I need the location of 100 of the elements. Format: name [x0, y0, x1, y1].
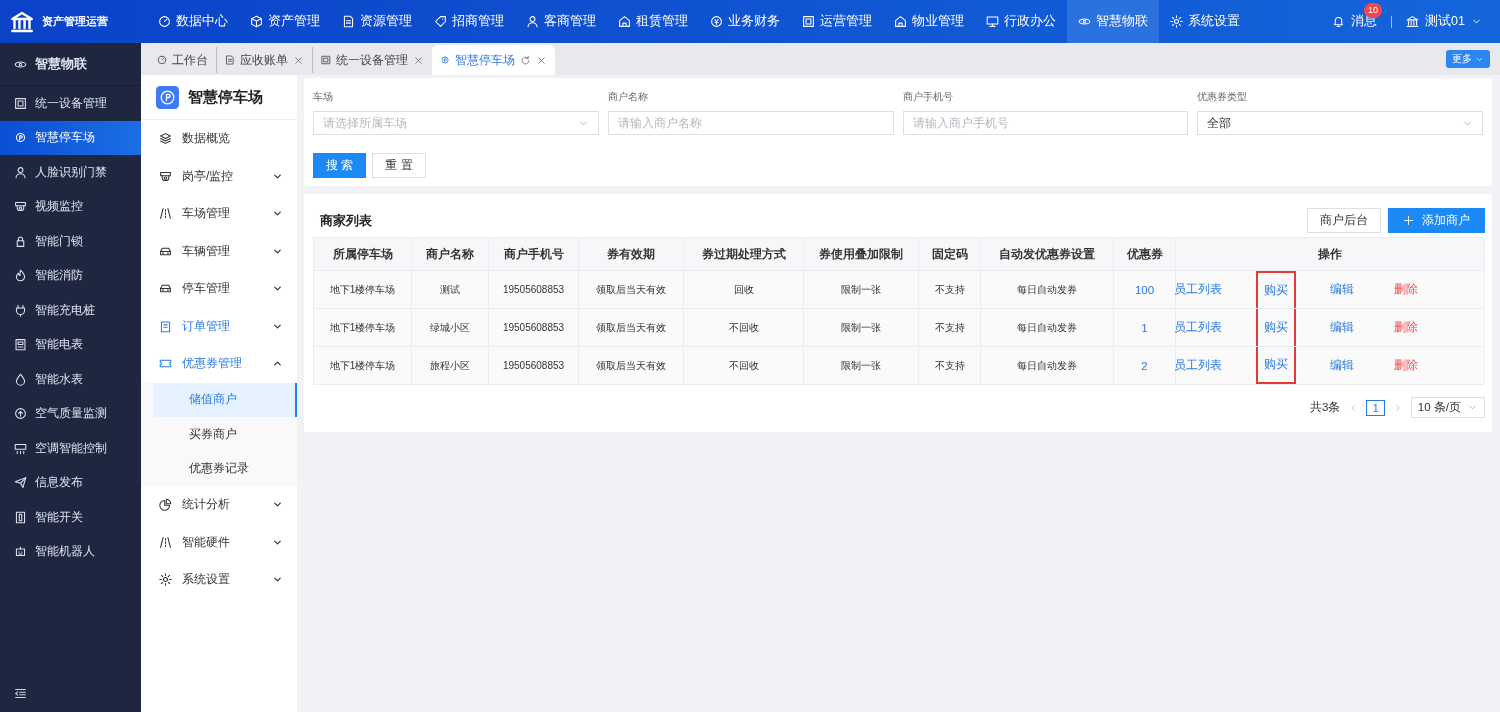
sidebar-item[interactable]: 智能消防 — [0, 258, 141, 293]
select-field[interactable]: 全部 — [1197, 111, 1483, 135]
menu-item[interactable]: 系统设置 — [141, 561, 297, 599]
total-count: 共3条 — [1310, 400, 1341, 415]
column-header: 券使用叠加限制 — [803, 237, 919, 271]
page-number[interactable]: 1 — [1366, 399, 1385, 416]
tab[interactable]: 应收账单 — [216, 47, 312, 73]
input-field[interactable]: 请输入商户手机号 — [902, 111, 1189, 135]
menu-item[interactable]: 车辆管理 — [141, 232, 297, 270]
top-nav-item[interactable]: 租赁管理 — [607, 0, 699, 43]
table-cell: 领取后当天有效 — [578, 346, 684, 385]
coupon-count-link[interactable]: 2 — [1141, 359, 1148, 372]
menu-item[interactable]: 优惠券管理 — [141, 345, 297, 383]
document-icon — [225, 55, 235, 65]
table-cell: 限制一张 — [803, 270, 919, 309]
refresh-icon[interactable] — [520, 54, 531, 66]
table-cell: 19505608853 — [488, 270, 579, 309]
sidebar-item[interactable]: 空调智能控制 — [0, 431, 141, 466]
menu-item[interactable]: 数据概览 — [141, 120, 297, 158]
add-merchant-button[interactable]: 添加商户 — [1388, 208, 1485, 233]
menu-item[interactable]: 统计分析 — [141, 486, 297, 524]
action-link[interactable]: 删除 — [1394, 358, 1418, 373]
top-nav-item[interactable]: 招商管理 — [423, 0, 515, 43]
top-nav-item[interactable]: 资源管理 — [331, 0, 423, 43]
submenu-item[interactable]: 优惠券记录 — [153, 451, 297, 486]
table-cell: 测试 — [411, 270, 489, 309]
top-nav-item[interactable]: 智慧物联 — [1067, 0, 1159, 43]
cube-icon — [250, 15, 263, 28]
top-nav-item[interactable]: 客商管理 — [515, 0, 607, 43]
sidebar-item[interactable]: 统一设备管理 — [0, 86, 141, 121]
module-title: 智慧停车场 — [188, 87, 263, 107]
send-icon — [14, 476, 27, 490]
chip-icon — [802, 15, 815, 28]
top-nav-item[interactable]: 数据中心 — [147, 0, 239, 43]
menu-item[interactable]: 智能硬件 — [141, 523, 297, 561]
submenu-item[interactable]: 买券商户 — [153, 417, 297, 452]
collapse-icon[interactable] — [14, 687, 27, 700]
app-title: 资产管理运营 — [42, 14, 108, 29]
coupon-count-link[interactable]: 100 — [1134, 283, 1155, 296]
sidebar-item[interactable]: 智能机器人 — [0, 534, 141, 569]
close-icon[interactable] — [536, 54, 547, 66]
table-cell: 地下1楼停车场 — [313, 270, 412, 309]
top-nav-item[interactable]: 物业管理 — [883, 0, 975, 43]
action-link[interactable]: 员工列表 — [1174, 320, 1222, 335]
menu-item[interactable]: 订单管理 — [141, 307, 297, 345]
table-cell: 限制一张 — [803, 308, 919, 347]
table-cell: 每日自动发券 — [980, 308, 1114, 347]
sidebar-item[interactable]: 智慧停车场 — [0, 120, 141, 155]
close-icon[interactable] — [293, 54, 304, 66]
merchant-backend-button[interactable]: 商户后台 — [1307, 208, 1381, 233]
action-link[interactable]: 删除 — [1394, 320, 1418, 335]
submenu-item[interactable]: 储值商户 — [153, 382, 297, 417]
tab[interactable]: 工作台 — [149, 47, 216, 73]
table-cell: 领取后当天有效 — [578, 308, 684, 347]
page-size-select[interactable]: 10 条/页 — [1410, 397, 1485, 418]
sidebar-item[interactable]: 智能水表 — [0, 362, 141, 397]
sidebar-item[interactable]: 智能开关 — [0, 500, 141, 535]
table-cell: 地下1楼停车场 — [313, 308, 412, 347]
meter-icon — [14, 338, 27, 352]
top-nav-item[interactable]: 资产管理 — [239, 0, 331, 43]
top-nav-item[interactable]: 运营管理 — [791, 0, 883, 43]
sidebar-item[interactable]: 智能充电桩 — [0, 293, 141, 328]
action-link[interactable]: 编辑 — [1330, 282, 1354, 297]
action-link[interactable]: 购买 — [1264, 320, 1288, 335]
column-header: 商户名称 — [411, 237, 489, 271]
sidebar-item[interactable]: 空气质量监测 — [0, 396, 141, 431]
sidebar-item[interactable]: 智能电表 — [0, 327, 141, 362]
more-button[interactable]: 更多 — [1446, 50, 1490, 68]
close-icon[interactable] — [413, 54, 424, 66]
sidebar-item[interactable]: 信息发布 — [0, 465, 141, 500]
drop-icon — [14, 372, 27, 386]
camera-icon — [159, 169, 172, 183]
coupon-count-link[interactable]: 1 — [1141, 321, 1148, 334]
top-nav-item[interactable]: 行政办公 — [975, 0, 1067, 43]
action-link[interactable]: 员工列表 — [1174, 358, 1222, 373]
table-title: 商家列表 — [320, 211, 372, 230]
search-button[interactable]: 搜 索 — [313, 153, 367, 178]
top-nav-item[interactable]: 业务财务 — [699, 0, 791, 43]
reset-button[interactable]: 重 置 — [372, 153, 426, 178]
menu-item[interactable]: 车场管理 — [141, 195, 297, 233]
input-field[interactable]: 请输入商户名称 — [607, 111, 894, 135]
action-link[interactable]: 删除 — [1394, 282, 1418, 297]
parking-icon — [440, 55, 450, 65]
column-header: 固定码 — [918, 237, 981, 271]
user-menu[interactable]: 测试01 — [1406, 13, 1482, 30]
top-nav-item[interactable]: 系统设置 — [1159, 0, 1251, 43]
settings-icon — [159, 573, 172, 587]
field-label: 商户手机号 — [902, 90, 954, 104]
robot-icon — [14, 545, 27, 559]
action-link[interactable]: 编辑 — [1330, 320, 1354, 335]
action-link[interactable]: 编辑 — [1330, 358, 1354, 373]
menu-item[interactable]: 岗亭/监控 — [141, 157, 297, 195]
sidebar-item[interactable]: 人脸识别门禁 — [0, 155, 141, 190]
table-cell: 19505608853 — [488, 346, 579, 385]
table-cell: 绿城小区 — [411, 308, 489, 347]
action-link[interactable]: 员工列表 — [1174, 282, 1222, 297]
menu-item[interactable]: 停车管理 — [141, 270, 297, 308]
sidebar-item[interactable]: 视频监控 — [0, 189, 141, 224]
sidebar-item[interactable]: 智能门锁 — [0, 224, 141, 259]
tab[interactable]: 智慧停车场 — [432, 45, 555, 75]
